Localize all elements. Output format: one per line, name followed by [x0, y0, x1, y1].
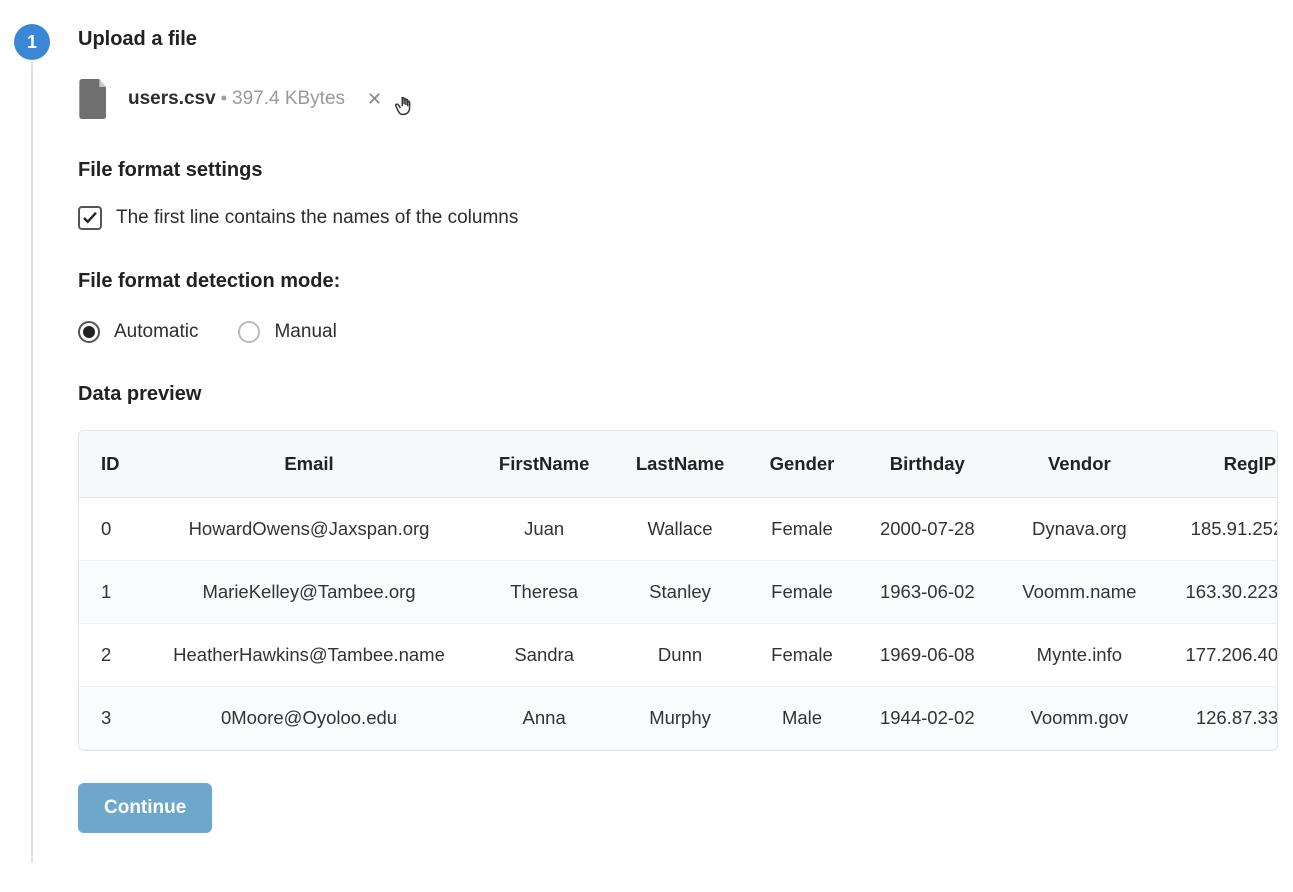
column-header: ID — [79, 431, 142, 498]
step-badge: 1 — [14, 24, 50, 60]
remove-file-button[interactable]: ✕ — [367, 90, 382, 108]
table-row: 30Moore@Oyoloo.eduAnnaMurphyMale1944-02-… — [79, 687, 1278, 750]
detection-mode-manual-label: Manual — [274, 321, 336, 343]
table-cell: 2 — [79, 624, 142, 687]
table-cell: 1944-02-02 — [857, 687, 998, 750]
table-cell: 0 — [79, 498, 142, 561]
table-cell: Juan — [476, 498, 613, 561]
column-header: Vendor — [998, 431, 1161, 498]
detection-mode-automatic-radio[interactable] — [78, 321, 100, 343]
table-row: 1MarieKelley@Tambee.orgTheresaStanleyFem… — [79, 561, 1278, 624]
data-preview-table: IDEmailFirstNameLastNameGenderBirthdayVe… — [79, 431, 1278, 750]
table-cell: 3 — [79, 687, 142, 750]
table-cell: 2000-07-28 — [857, 498, 998, 561]
table-cell: Theresa — [476, 561, 613, 624]
continue-button[interactable]: Continue — [78, 783, 212, 833]
table-cell: 1963-06-02 — [857, 561, 998, 624]
cursor-pointer-icon — [394, 94, 416, 125]
table-cell: HeatherHawkins@Tambee.name — [142, 624, 475, 687]
detection-mode-manual-radio[interactable] — [238, 321, 260, 343]
detection-mode-title: File format detection mode: — [78, 270, 1279, 293]
data-preview-title: Data preview — [78, 383, 1279, 406]
detection-mode-automatic-label: Automatic — [114, 321, 198, 343]
column-header: Email — [142, 431, 475, 498]
file-size: 397.4 KBytes — [232, 88, 345, 109]
file-separator: • — [216, 88, 232, 108]
table-cell: 185.91.252.13 — [1161, 498, 1278, 561]
table-cell: 1 — [79, 561, 142, 624]
uploaded-file-row: users.csv • 397.4 KBytes ✕ — [78, 79, 1279, 119]
table-cell: Voomm.name — [998, 561, 1161, 624]
table-row: 0HowardOwens@Jaxspan.orgJuanWallaceFemal… — [79, 498, 1278, 561]
column-header: RegIP — [1161, 431, 1278, 498]
table-cell: Mynte.info — [998, 624, 1161, 687]
table-cell: MarieKelley@Tambee.org — [142, 561, 475, 624]
column-header: LastName — [613, 431, 748, 498]
column-header: Birthday — [857, 431, 998, 498]
first-line-header-label: The first line contains the names of the… — [116, 207, 518, 229]
table-cell: Female — [747, 561, 856, 624]
table-cell: 1969-06-08 — [857, 624, 998, 687]
table-cell: HowardOwens@Jaxspan.org — [142, 498, 475, 561]
table-cell: 177.206.40.147 — [1161, 624, 1278, 687]
table-cell: Stanley — [613, 561, 748, 624]
table-cell: Sandra — [476, 624, 613, 687]
file-name: users.csv — [128, 88, 216, 109]
first-line-header-checkbox[interactable] — [78, 206, 102, 230]
table-row: 2HeatherHawkins@Tambee.nameSandraDunnFem… — [79, 624, 1278, 687]
stepper-line — [31, 62, 33, 863]
table-cell: Male — [747, 687, 856, 750]
file-icon — [78, 79, 110, 119]
table-cell: Dunn — [613, 624, 748, 687]
data-preview-scroll[interactable]: IDEmailFirstNameLastNameGenderBirthdayVe… — [78, 430, 1278, 751]
table-cell: Female — [747, 498, 856, 561]
table-cell: Voomm.gov — [998, 687, 1161, 750]
table-cell: 163.30.223.210 — [1161, 561, 1278, 624]
file-format-settings-title: File format settings — [78, 159, 1279, 182]
table-cell: Female — [747, 624, 856, 687]
file-name-block: users.csv • 397.4 KBytes — [128, 88, 345, 110]
column-header: FirstName — [476, 431, 613, 498]
table-cell: 0Moore@Oyoloo.edu — [142, 687, 475, 750]
upload-section-title: Upload a file — [78, 28, 1279, 51]
table-cell: Murphy — [613, 687, 748, 750]
table-cell: Anna — [476, 687, 613, 750]
table-cell: Dynava.org — [998, 498, 1161, 561]
table-cell: 126.87.33.71 — [1161, 687, 1278, 750]
column-header: Gender — [747, 431, 856, 498]
table-cell: Wallace — [613, 498, 748, 561]
